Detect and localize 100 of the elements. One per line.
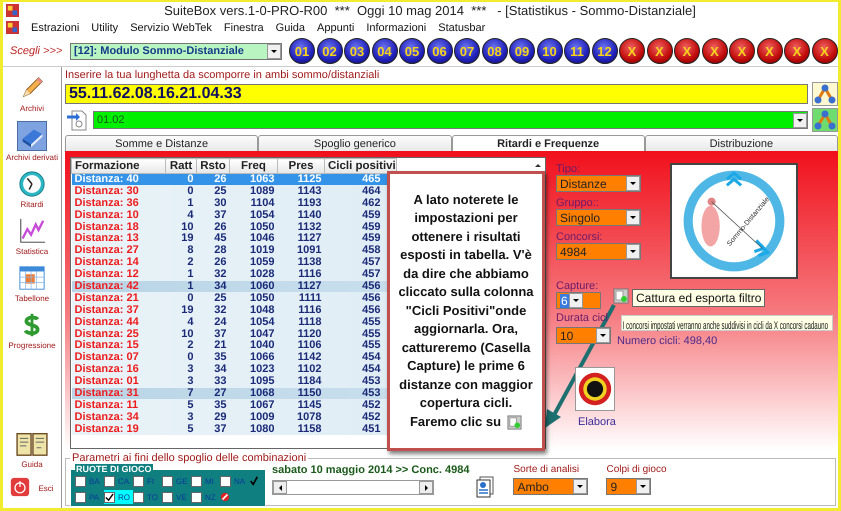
table-cell: Distanza: 44 — [74, 316, 139, 328]
table-cell: 33 — [214, 375, 226, 388]
table-cell: 456 — [362, 292, 380, 304]
number-ball[interactable]: 05 — [399, 38, 425, 64]
table-cell: 1150 — [298, 386, 322, 399]
table-cell: 1060 — [250, 280, 274, 292]
bet-type-dropdown[interactable]: Ambo — [513, 478, 588, 495]
type-dropdown[interactable]: Distanze — [556, 175, 641, 192]
tab[interactable]: Distribuzione — [644, 135, 838, 151]
number-ball[interactable]: 08 — [482, 38, 508, 64]
table-cell: 32 — [214, 304, 226, 316]
table-cell: 1023 — [250, 363, 274, 376]
sidebar-item[interactable]: Ritardi — [17, 169, 47, 210]
document-icon[interactable] — [475, 476, 496, 498]
sidebar-item[interactable]: Guida — [14, 429, 50, 470]
sidebar-item[interactable]: Archivi derivati — [4, 120, 59, 163]
sidebar-item[interactable]: Progressione — [7, 310, 57, 351]
field-label: Colpi di gioco — [606, 464, 667, 475]
table-cell: 26 — [214, 220, 226, 232]
number-ball[interactable]: 03 — [344, 38, 370, 64]
menu-item[interactable]: Servizio WebTek — [130, 22, 212, 34]
table-cell: 26 — [214, 256, 226, 268]
draws-dropdown[interactable]: 4984 — [556, 243, 641, 260]
table-cell: 1047 — [250, 328, 274, 340]
table-cell: 1066 — [250, 351, 274, 364]
process-button[interactable] — [575, 367, 615, 411]
menu-item[interactable]: Informazioni — [366, 22, 426, 34]
table-cell: 464 — [362, 184, 380, 197]
table-cell: 3 — [187, 375, 194, 388]
number-ball[interactable]: 10 — [536, 38, 562, 64]
menu-item[interactable]: Statusbar — [438, 22, 486, 34]
menu-item[interactable]: Guida — [276, 22, 306, 34]
table-cell: Distanza: 25 — [74, 328, 139, 340]
import-icon[interactable] — [65, 109, 89, 131]
caret-icon — [573, 479, 588, 494]
table-cell: 458 — [362, 244, 380, 256]
export-icon[interactable] — [613, 288, 629, 304]
table-cell: 2 — [187, 339, 194, 352]
field-label: Inserire la tua lunghetta da scomporre in ambi sommo/distanziali — [65, 69, 380, 82]
table-cell: 1080 — [250, 422, 274, 435]
clear-icon[interactable] — [220, 492, 230, 502]
date-scrollbar[interactable] — [272, 480, 434, 495]
caret-icon — [267, 44, 281, 58]
menu-item[interactable]: Appunti — [317, 22, 354, 34]
app-icon[interactable] — [6, 21, 19, 34]
sidebar-item[interactable]: Tabellone — [14, 263, 50, 304]
group-dropdown[interactable]: Singolo — [556, 209, 641, 226]
module-dropdown[interactable]: [12]: Modulo Sommo-Distanziale — [70, 42, 282, 60]
number-ball[interactable]: 11 — [564, 38, 590, 64]
table-cell: 1116 — [298, 268, 322, 280]
column-header[interactable]: Rsto — [196, 158, 230, 174]
tab[interactable]: Somme e Distanze — [65, 135, 258, 151]
column-header[interactable]: Formazione — [72, 158, 166, 174]
pair-dropdown[interactable]: 01.02 — [93, 111, 808, 129]
input-field[interactable]: 55.11.62.08.16.21.04.33 — [65, 84, 808, 104]
table-cell: Distanza: 21 — [74, 292, 139, 304]
number-ball[interactable]: 06 — [426, 38, 452, 64]
choose-label: Scegli >>> — [9, 45, 64, 57]
table-cell: 453 — [362, 375, 380, 388]
table-cell: 462 — [362, 196, 380, 209]
number-ball[interactable]: 01 — [289, 38, 315, 64]
tab[interactable]: Spoglio generico — [258, 135, 452, 151]
table-cell: 29 — [214, 410, 226, 423]
table-cell: 1140 — [298, 208, 322, 221]
table-cell: 3 — [187, 410, 194, 423]
sidebar-item[interactable]: Statistica — [14, 216, 50, 257]
check-all-icon[interactable] — [249, 476, 259, 486]
table-cell: 3 — [187, 363, 194, 376]
number-ball[interactable]: 02 — [316, 38, 342, 64]
table-cell: 1 — [187, 196, 194, 209]
number-ball[interactable]: 12 — [592, 38, 618, 64]
column-header[interactable]: Ratt — [166, 158, 196, 174]
menu-item[interactable]: Finestra — [224, 22, 264, 34]
column-header[interactable]: Pres — [278, 158, 324, 174]
sidebar-item[interactable]: Archivi — [17, 73, 47, 114]
export-icon — [507, 414, 522, 430]
network-icon[interactable] — [812, 108, 838, 132]
table-cell: 1063 — [250, 173, 274, 186]
table-cell: Distanza: 42 — [74, 280, 139, 292]
shots-dropdown[interactable]: 9 — [606, 478, 652, 495]
number-ball[interactable]: 04 — [372, 38, 398, 64]
cycle-length-dropdown[interactable]: 10 — [556, 327, 611, 344]
table-cell: 1040 — [250, 339, 274, 352]
table-cell: 1028 — [250, 268, 274, 280]
capture-dropdown[interactable]: 6 — [556, 292, 601, 309]
table-cell: 1067 — [250, 398, 274, 411]
table-cell: 0 — [187, 173, 194, 186]
column-header[interactable]: Freq — [230, 158, 278, 174]
table-cell: 0 — [187, 351, 194, 364]
sidebar-item[interactable]: Esci — [9, 476, 55, 498]
table-cell: 454 — [362, 363, 380, 376]
network-icon[interactable] — [812, 82, 838, 106]
column-header[interactable]: Cicli positivi — [324, 158, 396, 174]
wheel-checkbox[interactable]: RO — [104, 490, 133, 504]
menu-item[interactable]: Utility — [91, 22, 118, 34]
number-ball[interactable]: 07 — [454, 38, 480, 64]
number-ball[interactable]: 09 — [509, 38, 535, 64]
tab[interactable]: Ritardi e Frequenze — [452, 135, 645, 151]
table-cell: Distanza: 27 — [74, 244, 139, 256]
menu-item[interactable]: Estrazioni — [31, 22, 80, 34]
